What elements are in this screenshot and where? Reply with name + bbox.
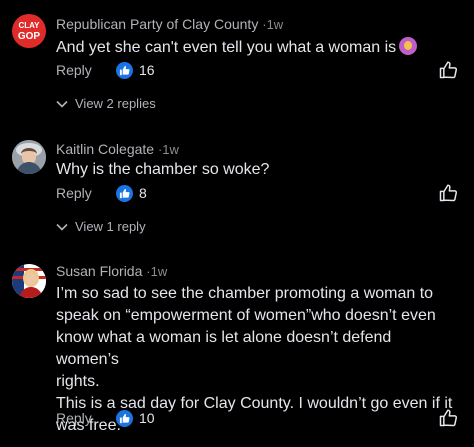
author-name[interactable]: Susan Florida	[56, 263, 142, 279]
reaction-summary[interactable]: 10	[116, 408, 155, 428]
author-line: Kaitlin Colegate ·1w	[56, 141, 179, 157]
reaction-summary[interactable]: 8	[116, 183, 147, 203]
author-line: Republican Party of Clay County ·1w	[56, 16, 283, 32]
view-replies-link[interactable]: View 2 replies	[56, 96, 156, 111]
chevron-down-icon	[56, 223, 68, 231]
reply-button[interactable]: Reply	[56, 62, 92, 78]
author-name[interactable]: Kaitlin Colegate	[56, 141, 154, 157]
chevron-down-icon	[56, 100, 68, 108]
profile-photo	[12, 264, 46, 298]
reaction-count: 16	[139, 62, 155, 78]
author-line: Susan Florida ·1w	[56, 263, 167, 279]
comment-text-body: And yet she can't even tell you what a w…	[56, 39, 397, 56]
thumbs-up-outline-icon	[439, 61, 458, 79]
logo-line-1: CLAY	[18, 21, 40, 30]
woman-shrugging-emoji	[399, 37, 418, 55]
like-button[interactable]	[438, 408, 458, 428]
comment-text: And yet she can't even tell you what a w…	[56, 37, 454, 59]
comment-text-line: know what a woman is let alone doesn’t d…	[56, 329, 392, 368]
reaction-summary[interactable]: 16	[116, 60, 155, 80]
comment-text-line: I’m so sad to see the chamber promoting …	[56, 285, 434, 302]
avatar-clay-gop[interactable]: CLAY GOP	[12, 14, 46, 48]
thumbs-up-icon	[116, 61, 133, 79]
timestamp[interactable]: 1w	[267, 17, 284, 32]
reply-button[interactable]: Reply	[56, 410, 92, 426]
profile-photo	[12, 140, 46, 174]
author-name[interactable]: Republican Party of Clay County	[56, 16, 258, 32]
thumbs-up-outline-icon	[439, 184, 458, 202]
thumbs-up-icon	[116, 184, 133, 202]
like-button[interactable]	[438, 183, 458, 203]
reaction-count: 8	[139, 185, 147, 201]
avatar-kaitlin[interactable]	[12, 140, 46, 174]
timestamp[interactable]: 1w	[151, 264, 168, 279]
thumbs-up-icon	[116, 409, 133, 427]
comment-text-line: rights.	[56, 373, 100, 390]
like-button[interactable]	[438, 60, 458, 80]
clay-gop-logo: CLAY GOP	[18, 21, 41, 42]
reply-button[interactable]: Reply	[56, 185, 92, 201]
view-replies-label: View 2 replies	[75, 96, 156, 111]
avatar-susan[interactable]	[12, 264, 46, 298]
comment-text-line: speak on “empowerment of women”who doesn…	[56, 307, 436, 324]
thumbs-up-outline-icon	[439, 409, 458, 427]
timestamp[interactable]: 1w	[162, 142, 179, 157]
comment-text: Why is the chamber so woke?	[56, 161, 270, 178]
view-replies-label: View 1 reply	[75, 219, 146, 234]
reaction-count: 10	[139, 410, 155, 426]
view-replies-link[interactable]: View 1 reply	[56, 219, 146, 234]
logo-line-2: GOP	[18, 31, 41, 42]
